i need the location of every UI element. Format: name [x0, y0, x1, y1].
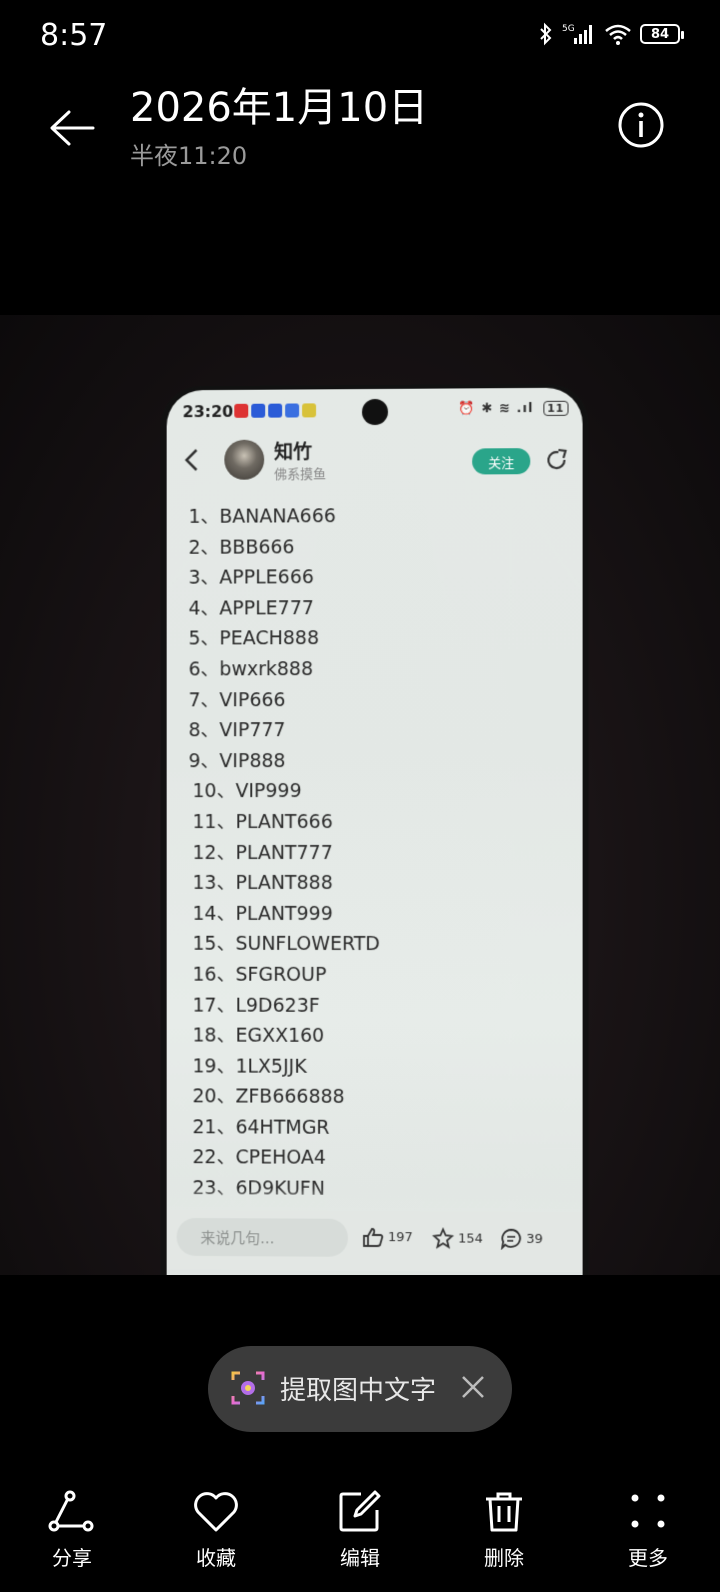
- code-list: 1、BANANA666 2、BBB666 3、APPLE666 4、APPLE777 5…: [189, 500, 549, 1205]
- author-name: 知竹: [274, 437, 312, 464]
- extract-text-button[interactable]: 提取图中文字: [208, 1346, 512, 1432]
- list-item: 3、APPLE666: [189, 561, 549, 593]
- list-item: 17、L9D623F: [189, 990, 549, 1021]
- like-count: 197: [388, 1230, 413, 1245]
- info-button[interactable]: [616, 100, 672, 156]
- share-label: 分享: [52, 1542, 92, 1571]
- more-button[interactable]: 更多: [598, 1490, 698, 1590]
- text-scan-icon: [230, 1370, 266, 1406]
- post-author-header: 知竹 佛系摸鱼 关注: [167, 436, 583, 488]
- list-item: 9、VIP888: [189, 746, 549, 777]
- list-item: 7、VIP666: [189, 684, 549, 715]
- edit-icon: [337, 1490, 383, 1534]
- comment-input: 来说几句...: [177, 1218, 348, 1257]
- list-item: 13、PLANT888: [189, 868, 549, 899]
- list-item: 4、APPLE777: [189, 592, 549, 624]
- delete-label: 删除: [484, 1542, 524, 1571]
- edit-label: 编辑: [340, 1542, 380, 1571]
- trash-icon: [481, 1490, 527, 1534]
- share-icon: [48, 1490, 96, 1534]
- list-item: 19、1LX5JJK: [189, 1051, 549, 1083]
- wifi-icon: [604, 22, 632, 46]
- signal-5g-icon: 5G: [562, 22, 596, 46]
- list-item: 16、SFGROUP: [189, 960, 549, 991]
- photo-date-block: 2026年1月10日 半夜11:20: [130, 86, 428, 171]
- battery-indicator: 84: [640, 24, 680, 44]
- bluetooth-icon: [538, 22, 554, 46]
- favorite-button[interactable]: 收藏: [166, 1490, 266, 1590]
- list-item: 18、EGXX160: [189, 1021, 549, 1053]
- status-icons: 5G 84: [538, 22, 680, 46]
- svg-text:5G: 5G: [562, 24, 575, 34]
- list-item: 10、VIP999: [189, 776, 549, 807]
- favorite-stat: 154: [432, 1227, 483, 1249]
- post-action-bar: 来说几句... 197 154 39: [167, 1210, 583, 1272]
- list-cutoff: [167, 1188, 583, 1212]
- like-stat: 197: [362, 1227, 413, 1247]
- list-item: 6、bwxrk888: [189, 654, 549, 685]
- list-item: 14、PLANT999: [189, 899, 549, 930]
- list-item: 20、ZFB666888: [189, 1082, 549, 1114]
- extract-text-label: 提取图中文字: [280, 1370, 436, 1407]
- list-item: 5、PEACH888: [189, 623, 549, 655]
- bottom-toolbar: 分享 收藏 编辑 删除 更多: [0, 1490, 720, 1592]
- list-item: 12、PLANT777: [189, 838, 549, 869]
- more-dots-icon: [625, 1490, 671, 1534]
- list-item: 2、BBB666: [189, 531, 549, 563]
- share-arrow-icon: [544, 448, 568, 472]
- comment-count: 39: [526, 1231, 543, 1246]
- list-item: 15、SUNFLOWERTD: [189, 929, 549, 960]
- arrow-left-icon: [49, 110, 95, 146]
- star-icon: [432, 1227, 454, 1249]
- share-button[interactable]: 分享: [22, 1490, 122, 1590]
- viewer-header: 2026年1月10日 半夜11:20: [0, 80, 720, 190]
- follow-button: 关注: [472, 448, 530, 474]
- favorite-count: 154: [458, 1231, 483, 1246]
- info-circle-icon: [616, 100, 666, 150]
- photographed-phone: 23:20 ⏰ ✱ ≋ .ıl 11 知竹 佛系摸鱼 关注 1、BANANA66…: [161, 384, 589, 1275]
- thumbs-up-icon: [362, 1227, 384, 1247]
- status-bar: 8:57 5G 84: [0, 0, 720, 72]
- list-item: 11、PLANT666: [189, 807, 549, 838]
- photo-view[interactable]: 23:20 ⏰ ✱ ≋ .ıl 11 知竹 佛系摸鱼 关注 1、BANANA66…: [0, 315, 720, 1275]
- more-label: 更多: [628, 1542, 668, 1571]
- notification-icons: [234, 403, 316, 417]
- photographed-screen: 23:20 ⏰ ✱ ≋ .ıl 11 知竹 佛系摸鱼 关注 1、BANANA66…: [167, 388, 583, 1275]
- chevron-left-icon: [185, 448, 199, 472]
- edit-button[interactable]: 编辑: [310, 1490, 410, 1590]
- close-icon[interactable]: [460, 1374, 486, 1400]
- heart-icon: [193, 1490, 239, 1534]
- camera-punch-hole: [362, 399, 388, 425]
- photo-phone-time: 23:20: [183, 402, 234, 421]
- comment-bubble-icon: [500, 1228, 522, 1250]
- photo-date-title: 2026年1月10日: [130, 86, 428, 130]
- back-button[interactable]: [40, 100, 104, 156]
- list-item: 21、64HTMGR: [189, 1112, 549, 1144]
- photo-time-subtitle: 半夜11:20: [130, 136, 428, 171]
- list-item: 8、VIP777: [189, 715, 549, 746]
- photo-phone-status-icons: ⏰ ✱ ≋ .ıl 11: [459, 401, 569, 417]
- favorite-label: 收藏: [196, 1542, 236, 1571]
- author-subtitle: 佛系摸鱼: [274, 463, 326, 482]
- list-item: 22、CPEHOA4: [189, 1143, 549, 1175]
- delete-button[interactable]: 删除: [454, 1490, 554, 1590]
- status-time: 8:57: [40, 18, 107, 53]
- list-item: 1、BANANA666: [189, 500, 549, 532]
- comment-stat: 39: [500, 1228, 543, 1250]
- avatar: [224, 440, 264, 480]
